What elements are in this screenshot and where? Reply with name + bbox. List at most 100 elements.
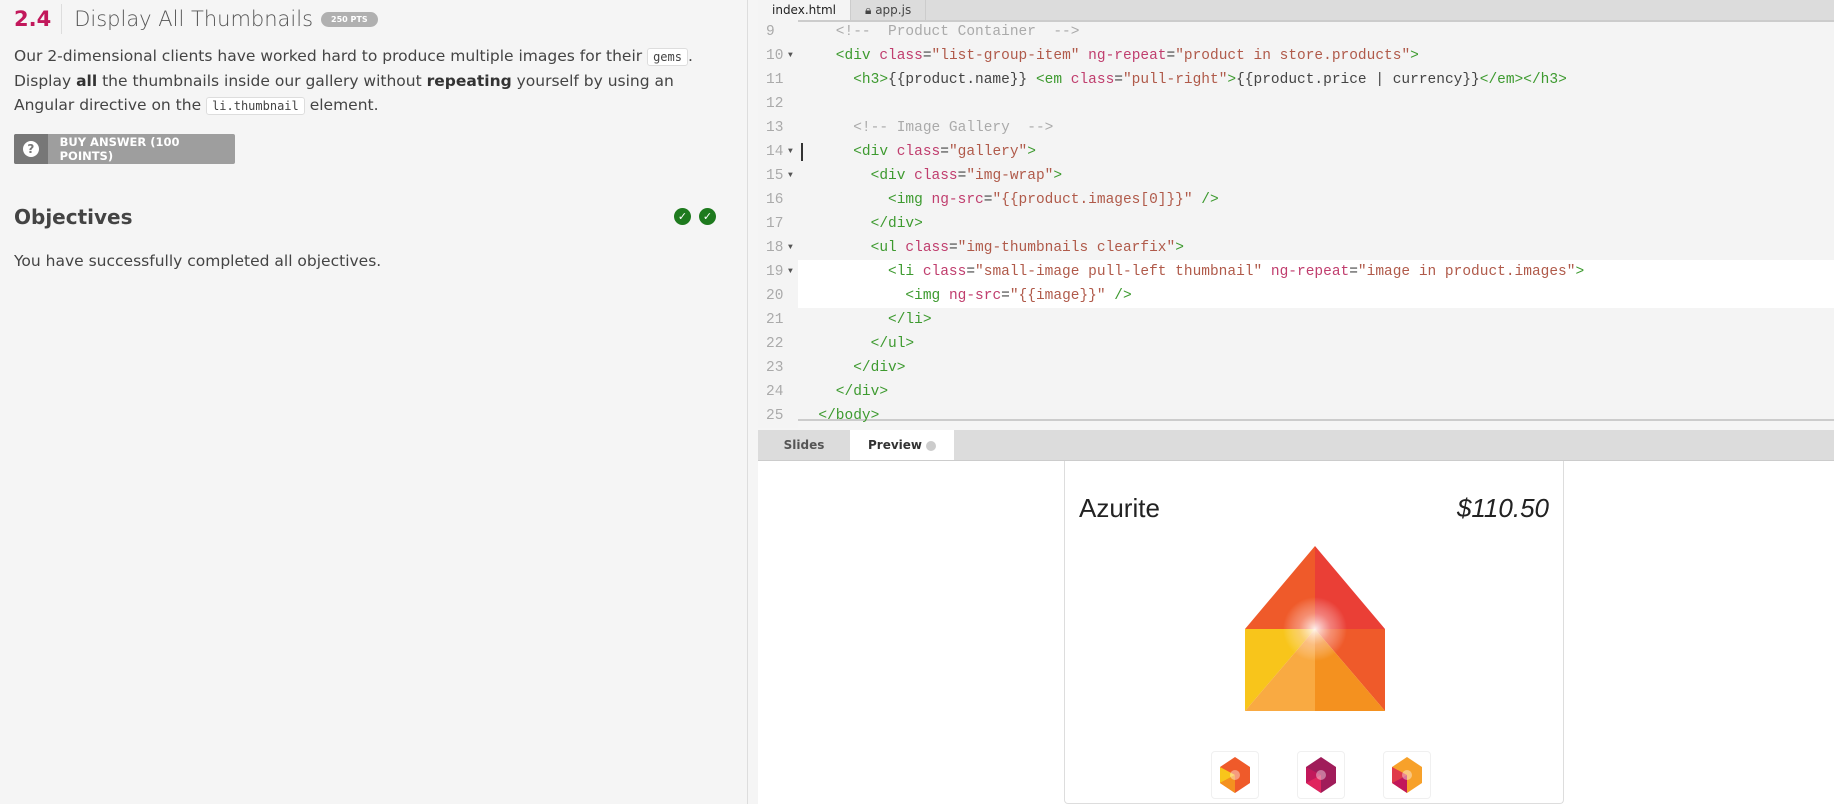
code-text: </div> (801, 216, 923, 232)
line-number: 10 ▼ (758, 44, 798, 68)
code-text: <div class="img-wrap"> (801, 168, 1063, 184)
check-circle-icon: ✓ (674, 208, 691, 225)
fold-arrow-icon[interactable]: ▼ (788, 44, 793, 68)
minimize-icon[interactable] (926, 440, 936, 451)
code-line[interactable]: 10 ▼ <div class="list-group-item" ng-repe… (758, 44, 1834, 68)
gem-thumbnail-icon (1306, 757, 1336, 793)
line-number: 22 (758, 332, 798, 356)
code-text: <div class="gallery"> (801, 144, 1036, 160)
code-line[interactable]: 12 (758, 92, 1834, 116)
fold-arrow-icon[interactable]: ▼ (788, 236, 793, 260)
preview-tabs: Slides Preview (758, 430, 1834, 461)
gem-image (1245, 546, 1385, 711)
code-text: </ul> (801, 336, 915, 352)
line-number: 15 ▼ (758, 164, 798, 188)
inline-code: gems (647, 48, 688, 66)
code-line[interactable]: 13 <!-- Image Gallery --> (758, 116, 1834, 140)
code-line[interactable]: 19 ▼ <li class="small-image pull-left thu… (758, 260, 1834, 284)
code-text: <h3>{{product.name}} <em class="pull-rig… (801, 72, 1567, 88)
code-line[interactable]: 17 </div> (758, 212, 1834, 236)
fold-arrow-icon[interactable]: ▼ (788, 164, 793, 188)
tab-preview[interactable]: Preview (850, 430, 954, 460)
line-number: 11 (758, 68, 798, 92)
gem-thumbnail-icon (1220, 757, 1250, 793)
line-number: 14 ▼ (758, 140, 798, 164)
line-number: 18 ▼ (758, 236, 798, 260)
code-line[interactable]: 9 <!-- Product Container --> (758, 20, 1834, 44)
line-number: 16 (758, 188, 798, 212)
code-text: <img ng-src="{{image}}" /> (801, 288, 1132, 304)
objectives-status: You have successfully completed all obje… (14, 252, 382, 270)
inline-code: li.thumbnail (206, 97, 305, 115)
thumbnail-orange-gem[interactable] (1211, 751, 1259, 799)
line-number: 13 (758, 116, 798, 140)
challenge-header: 2.4 Display All Thumbnails 250 PTS (14, 4, 378, 34)
lock-icon: 🔒︎ (864, 3, 872, 17)
line-number: 25 (758, 404, 798, 428)
instructions-panel: 2.4 Display All Thumbnails 250 PTS Our 2… (0, 0, 748, 804)
gem-thumbnail-icon (1392, 757, 1422, 793)
code-line[interactable]: 20 <img ng-src="{{image}}" /> (758, 284, 1834, 308)
desc-text: . (687, 47, 693, 65)
tab-label: index.html (772, 3, 836, 17)
code-text: <li class="small-image pull-left thumbna… (801, 264, 1585, 280)
code-text: <div class="list-group-item" ng-repeat="… (801, 48, 1419, 64)
thumbnail-magenta-gem[interactable] (1297, 751, 1345, 799)
code-line[interactable]: 23 </div> (758, 356, 1834, 380)
code-text: <img ng-src="{{product.images[0]}}" /> (801, 192, 1219, 208)
line-number: 19 ▼ (758, 260, 798, 284)
line-number: 17 (758, 212, 798, 236)
desc-text: the thumbnails inside our gallery withou… (97, 72, 427, 90)
code-line[interactable]: 22 </ul> (758, 332, 1834, 356)
fold-arrow-icon[interactable]: ▼ (788, 140, 793, 164)
code-line[interactable]: 15 ▼ <div class="img-wrap"> (758, 164, 1834, 188)
tab-label: app.js (875, 3, 912, 17)
product-price: $110.50 (1456, 493, 1549, 523)
buy-answer-button[interactable]: ? BUY ANSWER (100 POINTS) (14, 134, 235, 164)
code-lines[interactable]: 9 <!-- Product Container --> 10 ▼ <div cla… (758, 20, 1834, 428)
check-circle-icon: ✓ (699, 208, 716, 225)
tab-slides[interactable]: Slides (758, 430, 850, 460)
challenge-description: Our 2-dimensional clients have worked ha… (14, 44, 714, 118)
objective-checks: ✓ ✓ (674, 208, 716, 225)
code-text: <ul class="img-thumbnails clearfix"> (801, 240, 1184, 256)
points-badge: 250 PTS (321, 11, 378, 27)
desc-bold: repeating (426, 72, 512, 90)
code-text: </div> (801, 384, 889, 400)
desc-text: Our 2-dimensional clients have worked ha… (14, 47, 648, 65)
code-line[interactable]: 21 </li> (758, 308, 1834, 332)
code-line[interactable]: 11 <h3>{{product.name}} <em class="pull-… (758, 68, 1834, 92)
editor-tabs: index.html 🔒︎ app.js (758, 0, 1834, 22)
thumbnail-red-orange-gem[interactable] (1383, 751, 1431, 799)
text-cursor (801, 143, 803, 161)
code-line[interactable]: 18 ▼ <ul class="img-thumbnails clearfix"> (758, 236, 1834, 260)
code-line[interactable]: 24 </div> (758, 380, 1834, 404)
code-text: </li> (801, 312, 932, 328)
help-icon: ? (14, 134, 48, 164)
code-text: <!-- Image Gallery --> (801, 120, 1054, 136)
product-card: Azurite $110.50 (1064, 461, 1564, 804)
challenge-title: Display All Thumbnails (74, 7, 314, 31)
line-number: 21 (758, 308, 798, 332)
desc-text: element. (304, 96, 379, 114)
desc-bold: all (76, 72, 98, 90)
line-number: 9 (758, 20, 798, 44)
line-number: 23 (758, 356, 798, 380)
code-text: </body> (801, 408, 880, 424)
product-name: Azurite (1079, 493, 1160, 523)
code-text: <!-- Product Container --> (801, 24, 1080, 40)
code-line[interactable]: 25 </body> (758, 404, 1834, 428)
desc-text: Display (14, 72, 77, 90)
preview-pane: Azurite $110.50 (758, 461, 1834, 804)
line-number: 24 (758, 380, 798, 404)
code-line[interactable]: 16 <img ng-src="{{product.images[0]}}" /… (758, 188, 1834, 212)
tab-app-js[interactable]: 🔒︎ app.js (851, 0, 927, 20)
code-line[interactable]: 14 ▼ <div class="gallery"> (758, 140, 1834, 164)
thumbnail-list (1211, 751, 1431, 799)
tab-index-html[interactable]: index.html (758, 0, 851, 20)
fold-arrow-icon[interactable]: ▼ (788, 260, 793, 284)
code-editor[interactable]: index.html 🔒︎ app.js 9 <!-- Product Cont… (758, 0, 1834, 428)
line-number: 12 (758, 92, 798, 116)
code-text: </div> (801, 360, 906, 376)
challenge-number: 2.4 (14, 4, 63, 34)
